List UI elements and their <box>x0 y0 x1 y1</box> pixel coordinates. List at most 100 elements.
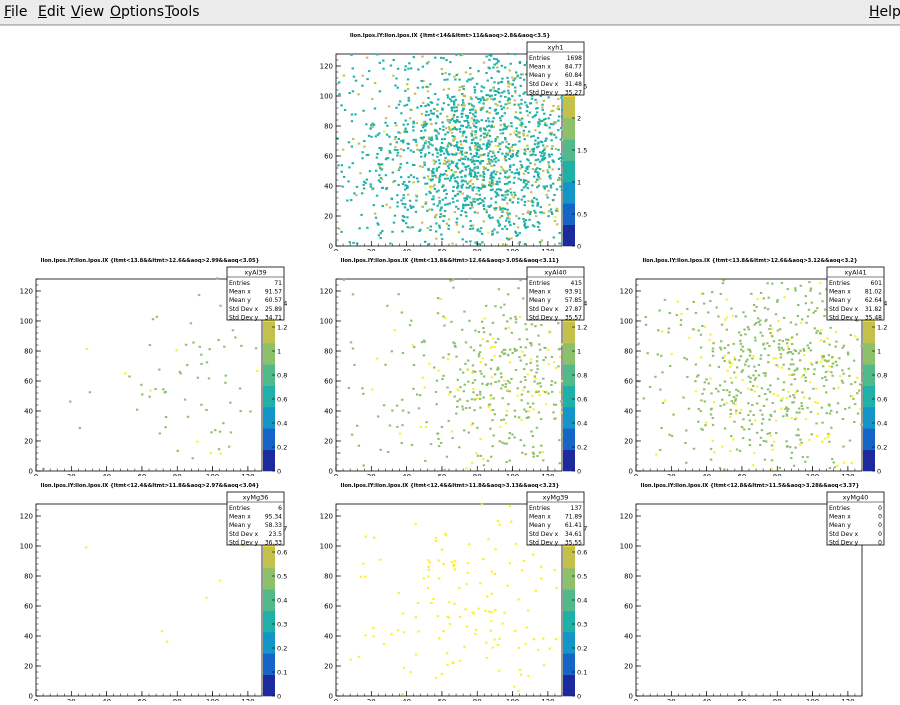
bin <box>503 442 506 445</box>
pad-xyAl40[interactable]: Ilon.Ipos.IY:Ilon.Ipos.IX {Itmt<13.8&&It… <box>300 251 600 481</box>
bin <box>725 389 729 392</box>
bin <box>353 363 356 366</box>
histogram-xyh1[interactable]: Ilon.Ipos.IY:Ilon.Ipos.IX {Itmt<14&&Itmt… <box>300 26 600 256</box>
bin <box>822 385 826 388</box>
pad-xyh1[interactable]: Ilon.Ipos.IY:Ilon.Ipos.IX {Itmt<14&&Itmt… <box>300 26 600 256</box>
bin <box>728 359 731 362</box>
bin <box>517 132 520 135</box>
bin <box>397 131 400 134</box>
bin <box>505 145 508 148</box>
bin <box>458 615 462 618</box>
bin <box>497 60 500 63</box>
bin <box>463 310 466 313</box>
pad-xyMg40[interactable]: Ilon.Ipos.IY:Ilon.Ipos.IX {Itmt<12.8&&It… <box>600 476 900 705</box>
pad-xyMg39[interactable]: Ilon.Ipos.IY:Ilon.Ipos.IX {Itmt<12.4&&It… <box>300 476 600 705</box>
pad-xyMg36[interactable]: Ilon.Ipos.IY:Ilon.Ipos.IX {Itmt<12.4&&It… <box>0 476 300 705</box>
bin <box>452 286 455 289</box>
bin <box>391 171 395 174</box>
bin <box>511 201 515 204</box>
bin <box>826 337 829 340</box>
bin <box>761 413 764 416</box>
bin <box>442 630 445 633</box>
histogram-xyMg39[interactable]: Ilon.Ipos.IY:Ilon.Ipos.IX {Itmt<12.4&&It… <box>300 476 600 705</box>
bin <box>490 592 493 595</box>
histogram-xyMg36[interactable]: Ilon.Ipos.IY:Ilon.Ipos.IX {Itmt<12.4&&It… <box>0 476 300 705</box>
bin <box>790 343 794 346</box>
histogram-xyAl39[interactable]: Ilon.Ipos.IY:Ilon.Ipos.IX {Itmt<13.8&&It… <box>0 251 300 481</box>
bin <box>708 364 712 367</box>
menu-file[interactable]: File <box>4 4 27 20</box>
bin <box>507 293 510 296</box>
bin <box>393 148 397 151</box>
histogram-xyMg40[interactable]: Ilon.Ipos.IY:Ilon.Ipos.IX {Itmt<12.8&&It… <box>600 476 900 705</box>
bin <box>431 175 434 178</box>
bin <box>798 407 801 410</box>
histogram-xyAl40[interactable]: Ilon.Ipos.IY:Ilon.Ipos.IX {Itmt<13.8&&It… <box>300 251 600 481</box>
bin <box>802 348 805 351</box>
bin <box>737 331 741 334</box>
bin <box>402 139 405 142</box>
bin <box>516 150 520 153</box>
bin <box>234 336 237 339</box>
bin <box>526 147 529 150</box>
bin <box>519 673 523 676</box>
bin <box>801 391 804 394</box>
bin <box>774 357 778 360</box>
menu-help[interactable]: Help <box>869 4 900 20</box>
bin <box>769 384 772 387</box>
bin <box>498 142 501 145</box>
bin <box>456 193 459 196</box>
bin <box>490 164 493 167</box>
bin <box>461 153 464 156</box>
bin <box>387 105 391 108</box>
bin <box>209 451 212 454</box>
bin <box>779 356 783 359</box>
bin <box>505 126 508 129</box>
stats-value: 36.33 <box>265 539 282 546</box>
menu-edit[interactable]: Edit <box>38 4 65 20</box>
bin <box>429 118 432 121</box>
bin <box>797 434 800 437</box>
bin <box>437 159 441 162</box>
bin <box>516 74 520 77</box>
stats-value: 137 <box>571 505 583 512</box>
bin <box>436 312 440 315</box>
bin <box>528 213 532 216</box>
bin <box>486 459 490 462</box>
bin <box>547 96 550 99</box>
bin <box>510 237 513 240</box>
bin <box>809 341 812 344</box>
bin <box>501 141 504 144</box>
pad-xyAl41[interactable]: Ilon.Ipos.IY:Ilon.Ipos.IX {Itmt<13.8&&It… <box>600 251 900 481</box>
bin <box>751 464 755 467</box>
bin <box>473 379 477 382</box>
bin <box>377 234 381 237</box>
bin <box>504 103 507 106</box>
bin <box>787 350 791 354</box>
bin <box>804 418 808 421</box>
z-tick-label: 0.8 <box>877 371 887 379</box>
bin <box>499 119 502 122</box>
bin <box>455 355 458 358</box>
bin <box>486 340 489 343</box>
bin <box>747 328 750 331</box>
bin <box>489 177 492 180</box>
color-bar-segment <box>863 449 875 472</box>
pad-xyAl39[interactable]: Ilon.Ipos.IY:Ilon.Ipos.IX {Itmt<13.8&&It… <box>0 251 300 481</box>
bin <box>703 400 706 403</box>
bin <box>373 107 377 110</box>
menu-options[interactable]: Options <box>110 4 164 20</box>
bin <box>492 86 495 89</box>
z-tick-label: 0.2 <box>277 443 287 451</box>
bin <box>711 347 715 350</box>
bin <box>799 438 802 441</box>
bin <box>512 79 515 82</box>
bin <box>384 363 387 366</box>
bin <box>793 369 797 372</box>
menu-view[interactable]: View <box>71 4 104 20</box>
bin <box>165 640 169 643</box>
histogram-xyAl41[interactable]: Ilon.Ipos.IY:Ilon.Ipos.IX {Itmt<13.8&&It… <box>600 251 900 481</box>
bin <box>446 663 449 666</box>
menu-tools[interactable]: Tools <box>165 4 200 20</box>
root-canvas[interactable]: Ilon.Ipos.IY:Ilon.Ipos.IX {Itmt<14&&Itmt… <box>0 25 900 705</box>
